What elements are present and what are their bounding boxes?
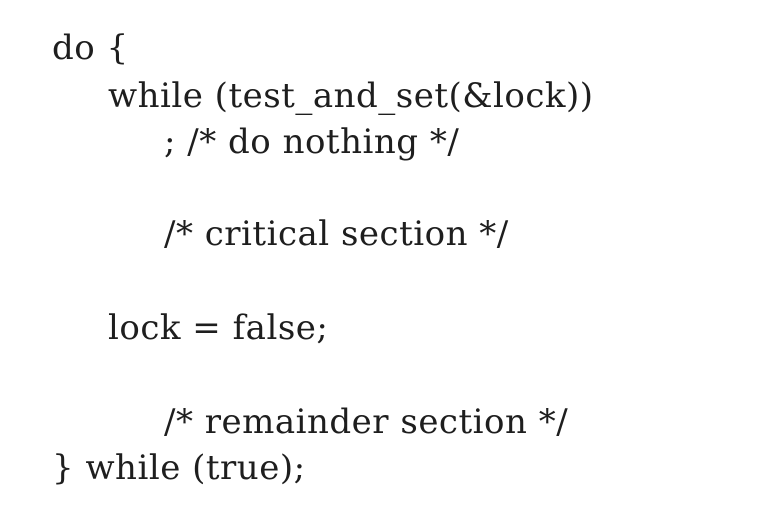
code-listing: do { while (test_and_set(&lock)) ; /* do…: [0, 0, 777, 524]
code-line-while-test: while (test_and_set(&lock)): [108, 76, 594, 116]
code-line-while-true: } while (true);: [52, 448, 306, 488]
code-line-do-nothing: ; /* do nothing */: [164, 122, 460, 162]
code-line-remainder-section: /* remainder section */: [164, 402, 569, 442]
code-line-lock-false: lock = false;: [108, 308, 329, 348]
code-line-do: do {: [52, 28, 129, 68]
code-line-critical-section: /* critical section */: [164, 214, 509, 254]
